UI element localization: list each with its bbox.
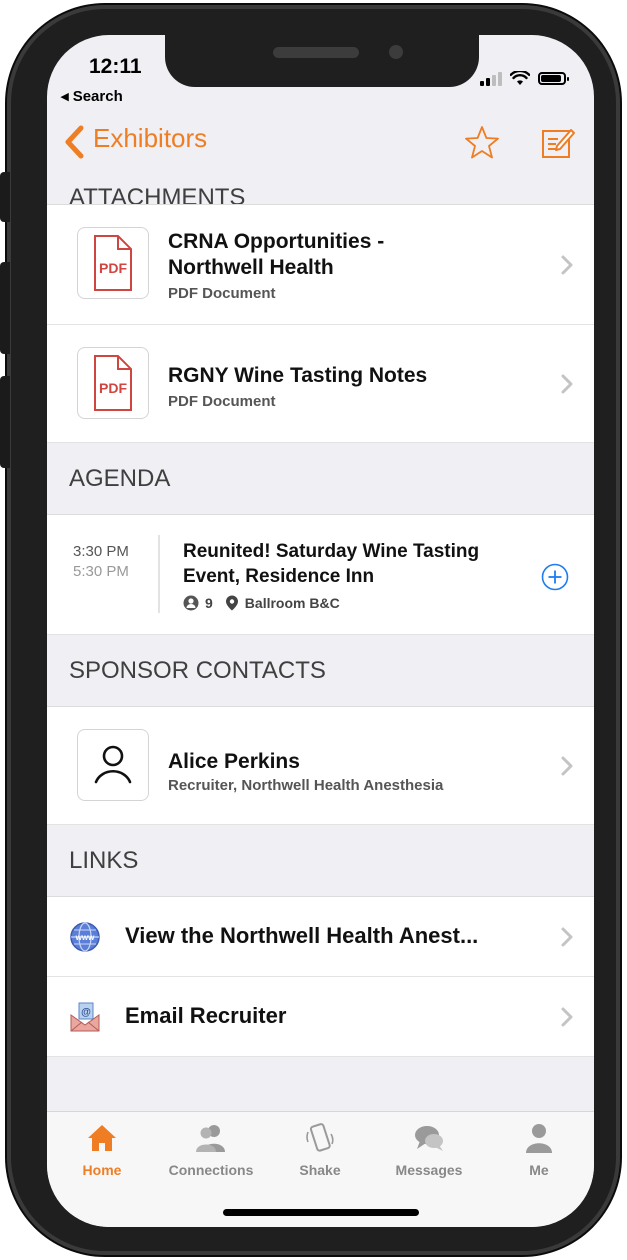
notch bbox=[165, 35, 479, 87]
people-icon bbox=[196, 1125, 225, 1152]
chevron-right-icon bbox=[561, 927, 573, 946]
section-header-attachments: ATTACHMENTS bbox=[47, 171, 594, 205]
svg-text:www: www bbox=[75, 933, 95, 942]
camera bbox=[389, 45, 403, 59]
attachment-title: RGNY Wine Tasting Notes bbox=[168, 364, 428, 387]
session-end-time: 5:30 PM bbox=[73, 563, 129, 580]
tab-label: Shake bbox=[299, 1162, 341, 1178]
wifi-icon bbox=[510, 71, 530, 85]
location-pin-icon bbox=[225, 595, 238, 611]
session-title: Reunited! Saturday Wine Tasting Event, R… bbox=[183, 541, 480, 587]
section-header-links: LINKS bbox=[47, 825, 594, 897]
link-label: Email Recruiter bbox=[125, 1003, 287, 1028]
svg-text:PDF: PDF bbox=[99, 380, 127, 396]
tab-label: Me bbox=[529, 1162, 549, 1178]
back-to-app-link[interactable]: ◂ Search bbox=[61, 87, 123, 105]
tab-label: Connections bbox=[168, 1162, 254, 1178]
nav-bar: Exhibitors bbox=[47, 115, 594, 171]
tab-label: Messages bbox=[395, 1162, 463, 1178]
signal-icon bbox=[480, 71, 502, 86]
person-icon bbox=[526, 1124, 552, 1153]
home-icon bbox=[88, 1125, 116, 1151]
chevron-right-icon bbox=[561, 1007, 573, 1026]
agenda-session-row[interactable]: 3:30 PM 5:30 PM Reunited! Saturday Wine … bbox=[47, 515, 594, 635]
phone-shake-icon bbox=[306, 1123, 334, 1152]
section-header-sponsor-contacts: SPONSOR CONTACTS bbox=[47, 635, 594, 707]
star-icon[interactable] bbox=[462, 123, 502, 163]
chevron-right-icon bbox=[561, 756, 573, 775]
attachment-title: CRNA Opportunities - Northwell Health bbox=[168, 230, 385, 279]
attachment-subtitle: PDF Document bbox=[168, 393, 276, 410]
chevron-right-icon bbox=[561, 255, 573, 274]
phone-screen: 12:11 ◂ Search Exhibitors ATTACHMENTS PD… bbox=[47, 35, 594, 1227]
mute-switch bbox=[0, 172, 10, 222]
status-time: 12:11 bbox=[89, 55, 142, 78]
contact-row[interactable]: Alice Perkins Recruiter, Northwell Healt… bbox=[47, 707, 594, 825]
svg-text:PDF: PDF bbox=[99, 260, 127, 276]
attachment-subtitle: PDF Document bbox=[168, 285, 276, 302]
tab-me[interactable]: Me bbox=[484, 1112, 594, 1192]
session-meta: 9 Ballroom B&C bbox=[183, 595, 340, 611]
svg-text:@: @ bbox=[81, 1007, 91, 1018]
email-envelope-icon: @ bbox=[70, 1002, 100, 1032]
link-label: View the Northwell Health Anest... bbox=[125, 923, 479, 948]
nav-back-title[interactable]: Exhibitors bbox=[93, 123, 207, 154]
attachment-row[interactable]: PDF CRNA Opportunities - Northwell Healt… bbox=[47, 205, 594, 325]
chat-bubbles-icon bbox=[415, 1126, 443, 1151]
session-location: Ballroom B&C bbox=[244, 595, 340, 611]
attendees-icon bbox=[183, 595, 199, 611]
tab-connections[interactable]: Connections bbox=[156, 1112, 266, 1192]
pdf-icon: PDF bbox=[77, 227, 149, 299]
add-to-schedule-icon[interactable] bbox=[541, 563, 569, 591]
volume-up-button bbox=[0, 262, 10, 354]
pdf-icon: PDF bbox=[77, 347, 149, 419]
chevron-right-icon bbox=[561, 374, 573, 393]
contact-role: Recruiter, Northwell Health Anesthesia bbox=[168, 777, 444, 794]
agenda-divider bbox=[158, 535, 160, 613]
section-header-agenda: AGENDA bbox=[47, 443, 594, 515]
exhibitor-detail-content[interactable]: ATTACHMENTS PDF CRNA Opportunities - Nor… bbox=[47, 171, 594, 1111]
tab-shake[interactable]: Shake bbox=[265, 1112, 375, 1192]
link-row-website[interactable]: www View the Northwell Health Anest... bbox=[47, 897, 594, 977]
chevron-left-icon[interactable] bbox=[61, 125, 87, 159]
battery-icon bbox=[538, 72, 569, 85]
session-start-time: 3:30 PM bbox=[73, 543, 129, 560]
attendee-count: 9 bbox=[205, 595, 213, 611]
home-indicator[interactable] bbox=[223, 1209, 419, 1216]
tab-home[interactable]: Home bbox=[47, 1112, 157, 1192]
globe-www-icon: www bbox=[70, 922, 100, 952]
speaker bbox=[273, 47, 359, 58]
note-edit-icon[interactable] bbox=[540, 125, 576, 161]
tab-messages[interactable]: Messages bbox=[374, 1112, 484, 1192]
contact-name: Alice Perkins bbox=[168, 750, 300, 773]
volume-down-button bbox=[0, 376, 10, 468]
tab-label: Home bbox=[82, 1162, 122, 1178]
status-icons bbox=[480, 71, 569, 86]
avatar-placeholder-icon bbox=[77, 729, 149, 801]
attachment-row[interactable]: PDF RGNY Wine Tasting Notes PDF Document bbox=[47, 325, 594, 443]
link-row-email[interactable]: @ Email Recruiter bbox=[47, 977, 594, 1057]
